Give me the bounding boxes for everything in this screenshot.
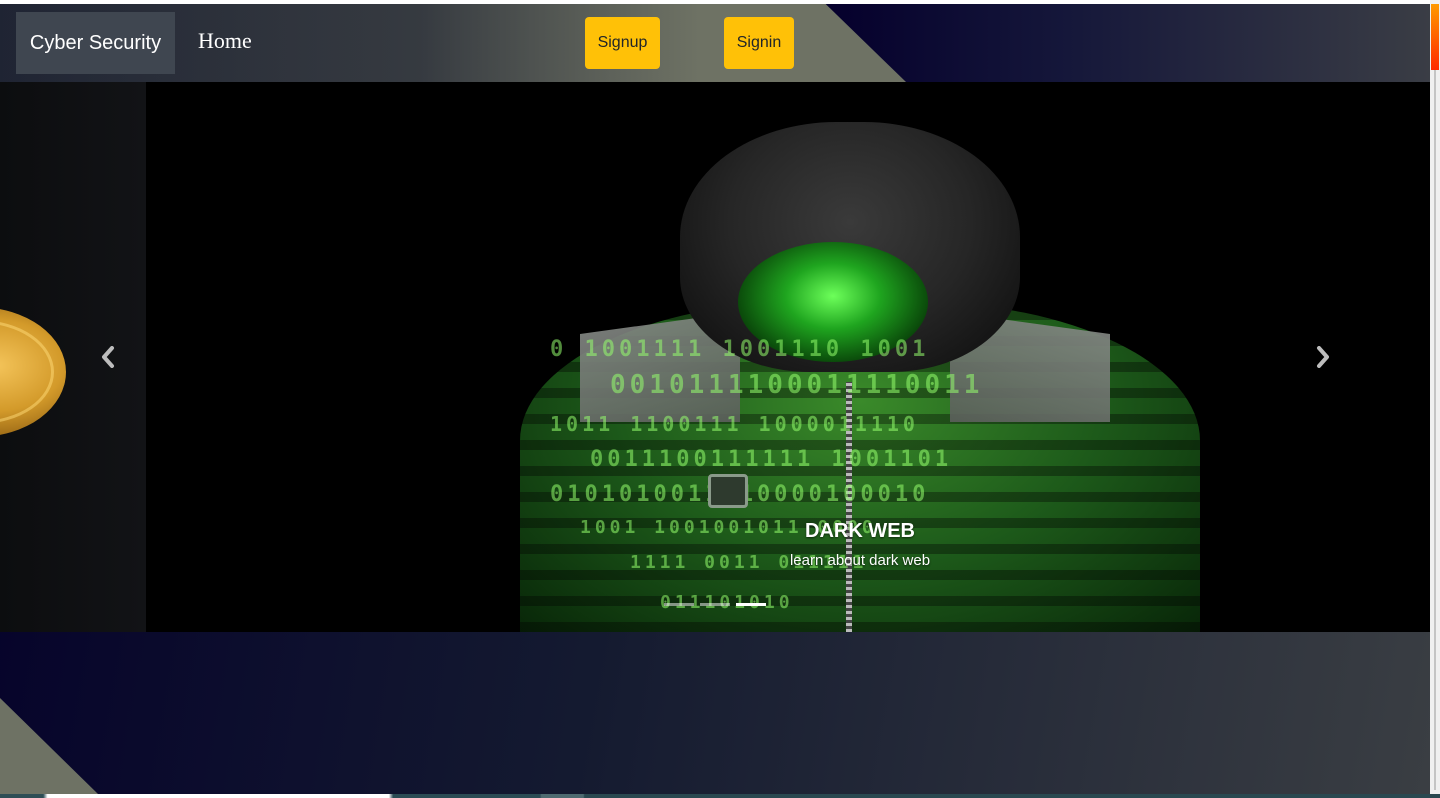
- caption-subtitle: learn about dark web: [789, 552, 931, 569]
- wristwatch: [708, 474, 748, 508]
- carousel-indicator-active[interactable]: [736, 603, 766, 606]
- carousel-caption: DARK WEB learn about dark web: [700, 520, 1020, 569]
- carousel-indicator[interactable]: [664, 603, 694, 606]
- navbar-dark-wedge: [826, 4, 1430, 82]
- hero-carousel: 0 1001111 1001110 1001 00101111000111100…: [0, 82, 1430, 632]
- chevron-left-icon: [102, 346, 114, 368]
- page-scrollbar[interactable]: [1430, 0, 1440, 798]
- chevron-right-icon: [1317, 346, 1329, 368]
- carousel-next-control[interactable]: [1308, 342, 1338, 372]
- binary-text-row: 0010111100011110011: [610, 370, 984, 400]
- bottom-decor-wedge: [0, 698, 98, 794]
- binary-text-row: 0101010011010000100010: [550, 482, 1170, 507]
- binary-text-row: 0 1001111 1001110 1001: [550, 337, 930, 362]
- brand-link[interactable]: Cyber Security: [16, 12, 175, 74]
- bottom-edge-strip: [0, 794, 1440, 798]
- scrollbar-thumb[interactable]: [1431, 4, 1439, 70]
- caption-title: DARK WEB: [805, 520, 915, 542]
- navbar: Cyber Security Home Signup Signin: [0, 4, 1430, 82]
- nav-home-link[interactable]: Home: [198, 28, 252, 54]
- signin-button[interactable]: Signin: [724, 17, 794, 69]
- previous-slide-peek: [0, 82, 146, 632]
- binary-text-row: 1011 1100111 1000011110: [550, 412, 919, 436]
- carousel-indicators: [664, 603, 766, 606]
- page: Cyber Security Home Signup Signin 0 1001…: [0, 4, 1430, 794]
- signup-button[interactable]: Signup: [585, 17, 660, 69]
- carousel-prev-control[interactable]: [93, 342, 123, 372]
- scrollbar-track: [1434, 70, 1436, 790]
- binary-text-row: 0011100111111 1001101: [590, 447, 953, 472]
- carousel-indicator[interactable]: [700, 603, 730, 606]
